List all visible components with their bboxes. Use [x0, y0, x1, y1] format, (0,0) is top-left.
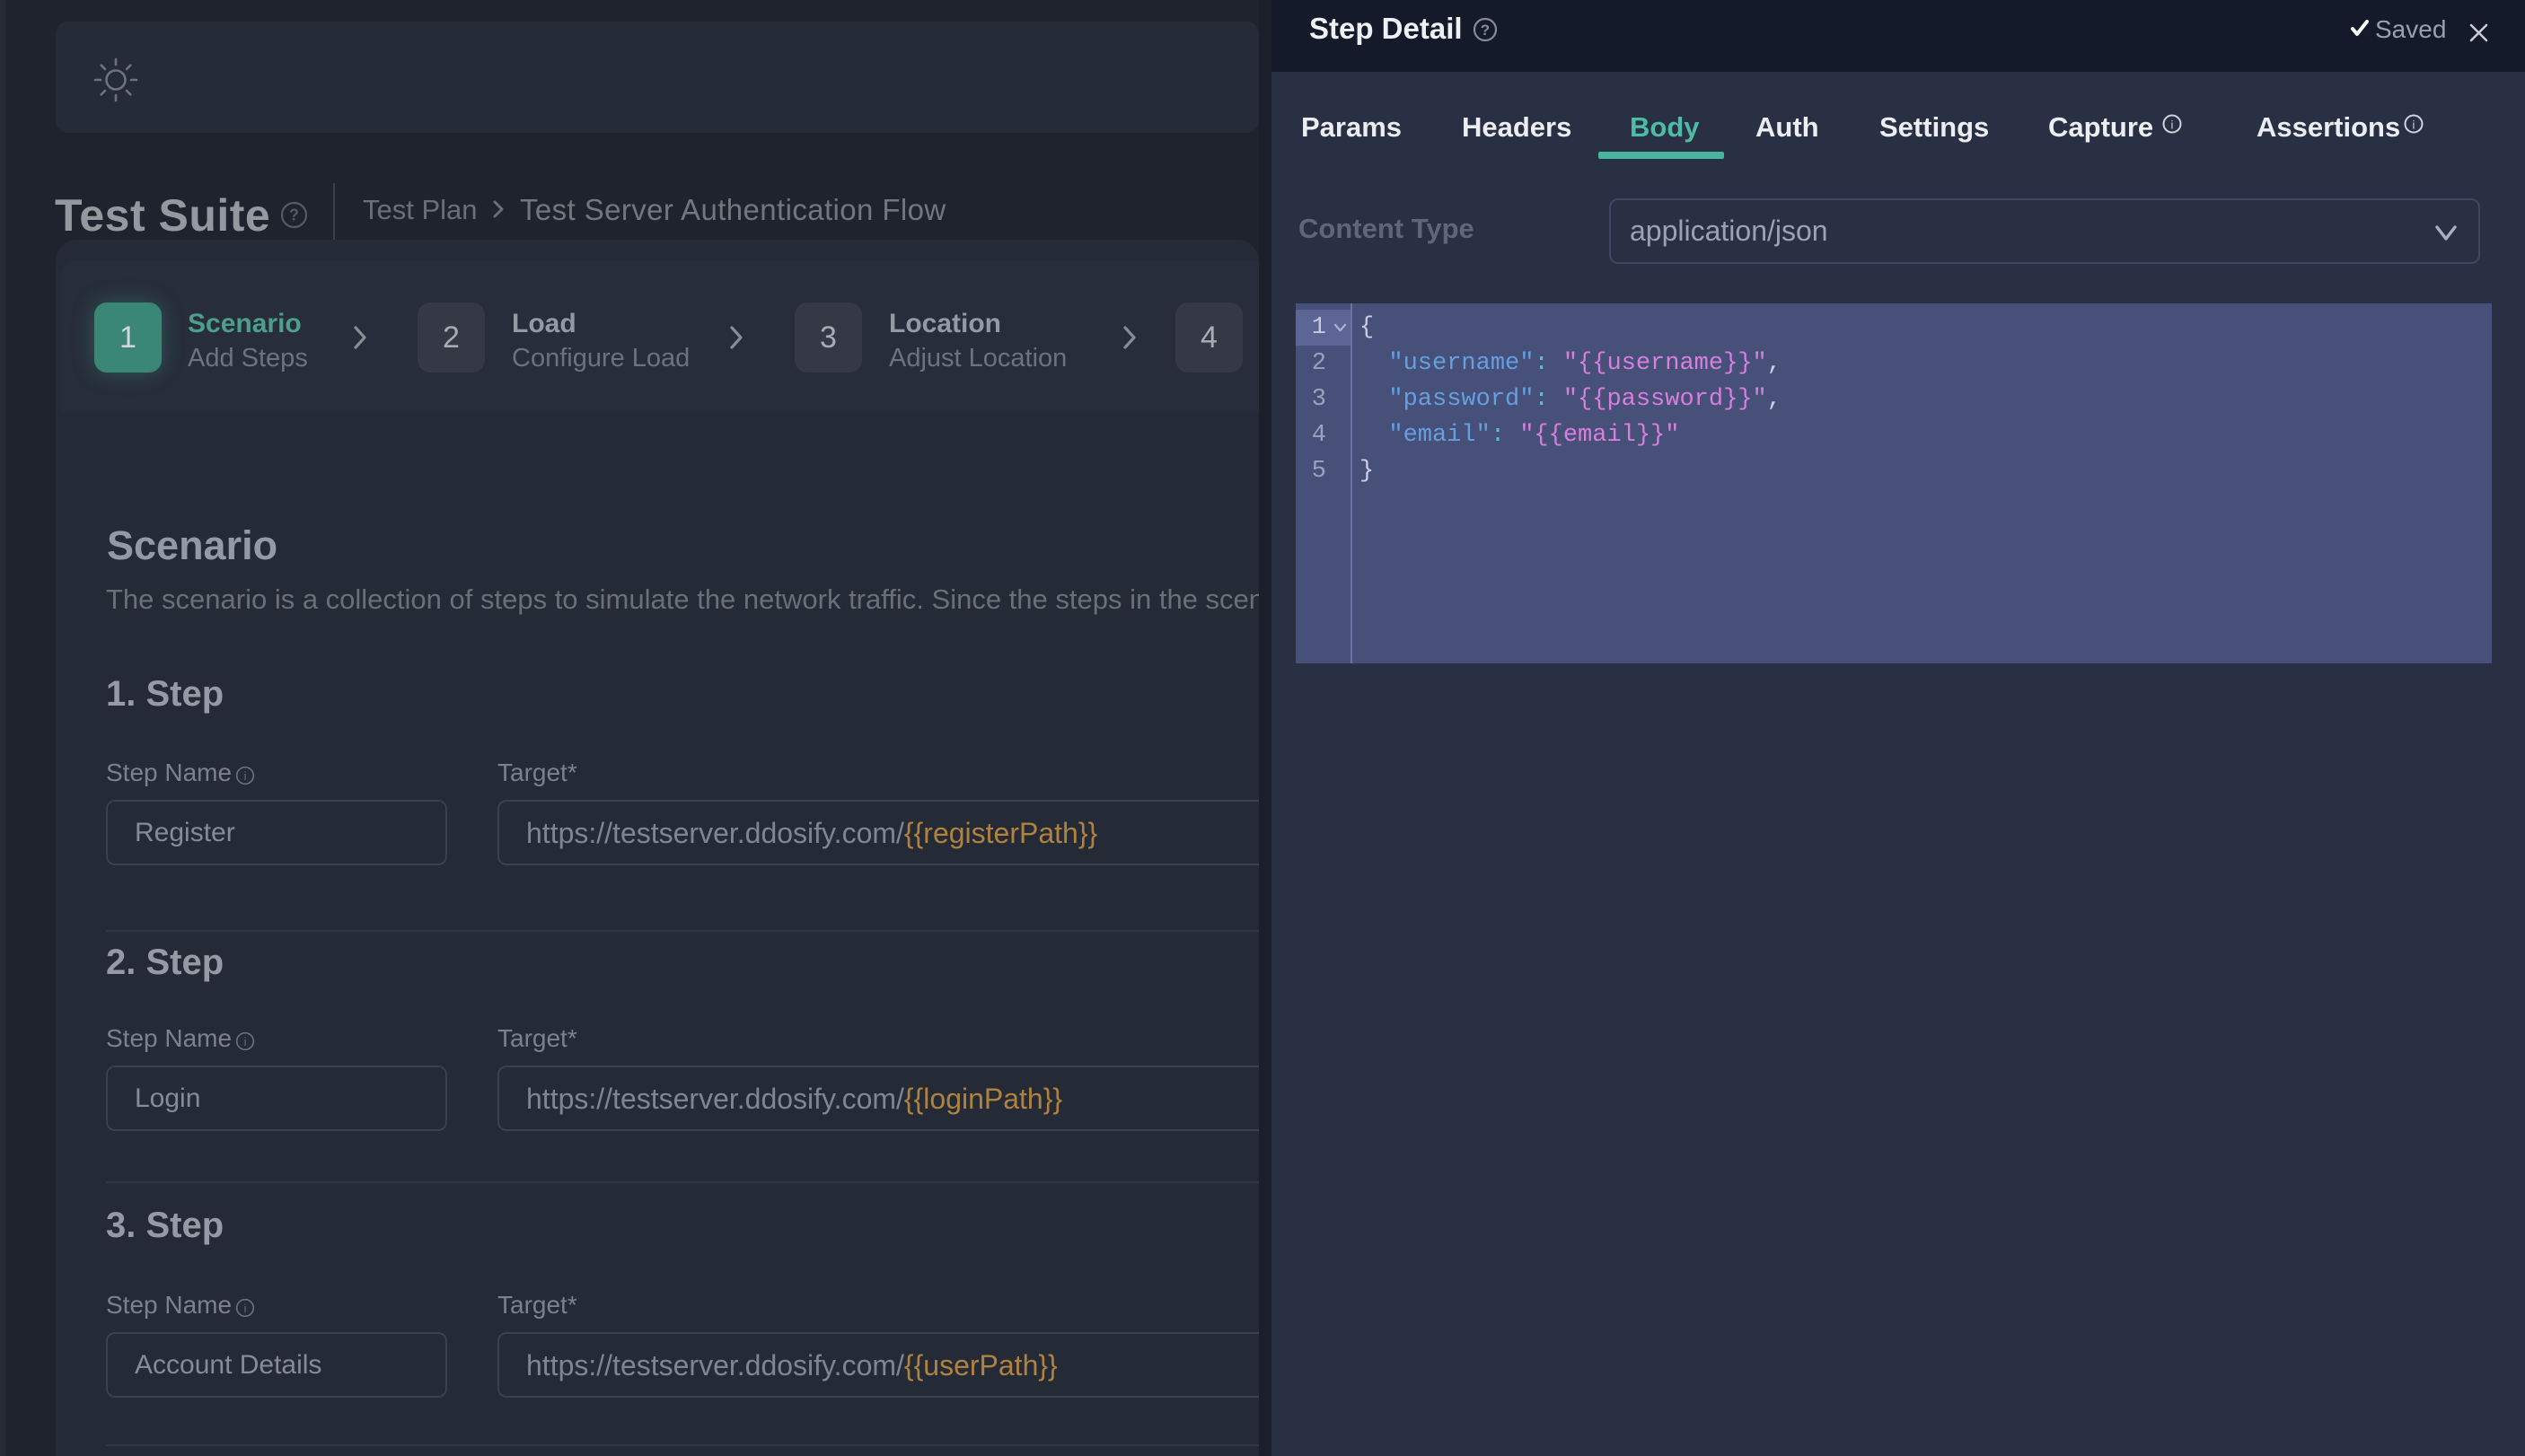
- svg-text:?: ?: [289, 206, 299, 224]
- svg-text:i: i: [244, 770, 247, 783]
- svg-text:i: i: [2413, 118, 2415, 132]
- svg-text:i: i: [244, 1036, 247, 1048]
- svg-text:i: i: [244, 1303, 247, 1315]
- svg-text:?: ?: [1481, 22, 1490, 39]
- svg-text:i: i: [2171, 118, 2174, 132]
